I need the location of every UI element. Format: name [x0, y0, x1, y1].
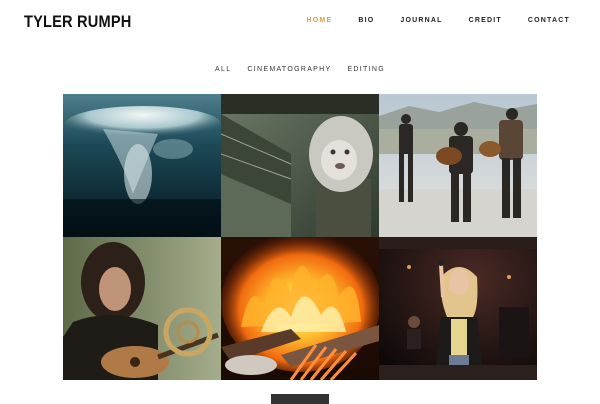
nav-item-contact[interactable]: CONTACT	[528, 17, 570, 24]
singer-image	[379, 237, 537, 380]
portfolio-item-underwater-splash[interactable]	[63, 94, 221, 237]
filter-all[interactable]: ALL	[215, 66, 231, 73]
filter-editing[interactable]: EDITING	[347, 66, 385, 73]
portfolio-grid	[63, 94, 537, 380]
nav-item-bio[interactable]: BIO	[358, 17, 374, 24]
nav-item-home[interactable]: HOME	[307, 17, 333, 24]
portfolio-item-lion-mask[interactable]	[221, 94, 379, 237]
portfolio-item-band-rooftop[interactable]	[379, 94, 537, 237]
portfolio-item-singer[interactable]	[379, 237, 537, 380]
load-more-button[interactable]	[271, 394, 329, 404]
portfolio-item-campfire[interactable]	[221, 237, 379, 380]
portfolio-item-guitarist[interactable]	[63, 237, 221, 380]
portfolio-filter: ALL CINEMATOGRAPHY EDITING	[0, 66, 600, 73]
main-nav: HOME BIO JOURNAL CREDIT CONTACT	[281, 17, 570, 24]
lion-mask-image	[221, 94, 379, 237]
filter-cinematography[interactable]: CINEMATOGRAPHY	[247, 66, 331, 73]
underwater-splash-image	[63, 94, 221, 237]
band-rooftop-image	[379, 94, 537, 237]
nav-item-journal[interactable]: JOURNAL	[400, 17, 442, 24]
guitarist-image	[63, 237, 221, 380]
site-logo[interactable]: TYLER RUMPH	[24, 12, 131, 32]
nav-item-credit[interactable]: CREDIT	[469, 17, 502, 24]
campfire-image	[221, 237, 379, 380]
